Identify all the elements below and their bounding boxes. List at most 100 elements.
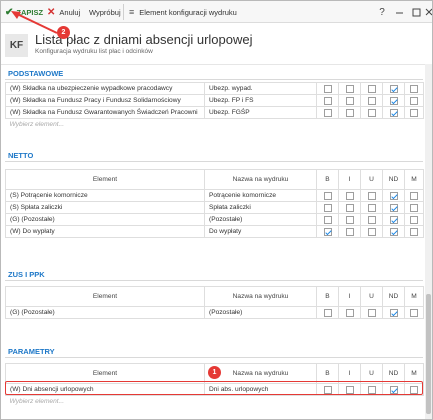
cell-m[interactable] — [404, 306, 424, 319]
bold-checkbox[interactable] — [323, 84, 332, 93]
bold-checkbox[interactable] — [323, 203, 332, 212]
column-header-m[interactable]: M — [404, 169, 424, 190]
italic-checkbox[interactable] — [345, 108, 354, 117]
table-row[interactable]: (S) Spłata zaliczki Spłata zaliczki — [5, 201, 424, 214]
add-element-input[interactable]: Wybierz element... — [6, 119, 205, 131]
column-header-print-name[interactable]: Nazwa na wydruku — [204, 169, 317, 190]
cell-m[interactable] — [404, 201, 424, 214]
nd-checkbox[interactable] — [389, 191, 398, 200]
table-row[interactable]: (W) Składka na Fundusz Gwarantowanych Św… — [5, 106, 424, 119]
row-print-name[interactable]: Do wypłaty — [204, 225, 317, 238]
nd-checkbox[interactable] — [389, 227, 398, 236]
cell-b[interactable] — [316, 225, 339, 238]
column-header-u[interactable]: U — [360, 169, 383, 190]
row-print-name[interactable]: Ubezp. wypad. — [204, 82, 317, 95]
cell-b[interactable] — [316, 82, 339, 95]
table-row[interactable]: (G) (Pozostałe) (Pozostałe) — [5, 306, 424, 319]
cell-b[interactable] — [316, 94, 339, 107]
cell-u[interactable] — [360, 201, 383, 214]
underline-checkbox[interactable] — [367, 227, 376, 236]
row-element[interactable]: (W) Do wypłaty — [5, 225, 205, 238]
row-print-name[interactable]: Spłata zaliczki — [204, 201, 317, 214]
italic-checkbox[interactable] — [345, 84, 354, 93]
m-checkbox[interactable] — [410, 215, 418, 224]
cell-nd[interactable] — [382, 201, 405, 214]
column-header-m[interactable]: M — [404, 286, 424, 307]
add-element-row[interactable]: Wybierz element... — [6, 119, 424, 131]
row-element[interactable]: (W) Składka na Fundusz Gwarantowanych Św… — [5, 106, 205, 119]
m-checkbox[interactable] — [410, 227, 418, 236]
cell-m[interactable] — [404, 225, 424, 238]
cell-i[interactable] — [338, 213, 361, 226]
bold-checkbox[interactable] — [323, 191, 332, 200]
row-print-name[interactable]: Potrącenie komornicze — [204, 189, 317, 202]
row-element[interactable]: (W) Składka na ubezpieczenie wypadkowe p… — [5, 82, 205, 95]
nd-checkbox[interactable] — [389, 215, 398, 224]
m-checkbox[interactable] — [410, 96, 418, 105]
add-element-input[interactable]: Wybierz element... — [6, 396, 205, 408]
cell-m[interactable] — [404, 106, 424, 119]
cell-u[interactable] — [360, 189, 383, 202]
row-element[interactable]: (W) Składka na Fundusz Pracy i Fundusz S… — [5, 94, 205, 107]
nd-checkbox[interactable] — [389, 203, 398, 212]
cell-u[interactable] — [360, 106, 383, 119]
cell-nd[interactable] — [382, 106, 405, 119]
table-row[interactable]: (W) Składka na Fundusz Pracy i Fundusz S… — [5, 94, 424, 107]
bold-checkbox[interactable] — [323, 227, 332, 236]
column-header-i[interactable]: I — [338, 169, 361, 190]
row-print-name[interactable]: Ubezp. FP i FS — [204, 94, 317, 107]
column-header-u[interactable]: U — [360, 286, 383, 307]
column-header-element[interactable]: Element — [5, 286, 205, 307]
row-print-name[interactable]: Ubezp. FGŚP — [204, 106, 317, 119]
nd-checkbox[interactable] — [389, 96, 398, 105]
cell-u[interactable] — [360, 82, 383, 95]
row-print-name[interactable]: (Pozostałe) — [204, 306, 317, 319]
cell-b[interactable] — [316, 201, 339, 214]
italic-checkbox[interactable] — [345, 227, 354, 236]
column-header-b[interactable]: B — [316, 286, 339, 307]
table-row[interactable]: (W) Do wypłaty Do wypłaty — [5, 225, 424, 238]
italic-checkbox[interactable] — [345, 96, 354, 105]
help-button[interactable]: ? — [373, 1, 391, 23]
m-checkbox[interactable] — [410, 203, 418, 212]
cell-i[interactable] — [338, 106, 361, 119]
underline-checkbox[interactable] — [367, 108, 376, 117]
underline-checkbox[interactable] — [367, 191, 376, 200]
underline-checkbox[interactable] — [367, 308, 376, 317]
bold-checkbox[interactable] — [323, 96, 332, 105]
scrollbar-thumb[interactable] — [426, 294, 431, 414]
nd-checkbox[interactable] — [389, 108, 398, 117]
table-row[interactable]: (S) Potrącenie komornicze Potrącenie komo… — [5, 189, 424, 202]
underline-checkbox[interactable] — [367, 96, 376, 105]
cell-nd[interactable] — [382, 82, 405, 95]
column-header-i[interactable]: I — [338, 286, 361, 307]
nd-checkbox[interactable] — [389, 84, 398, 93]
cell-i[interactable] — [338, 189, 361, 202]
m-checkbox[interactable] — [410, 84, 418, 93]
nd-checkbox[interactable] — [389, 308, 398, 317]
row-element[interactable]: (S) Spłata zaliczki — [5, 201, 205, 214]
row-element[interactable]: (G) (Pozostałe) — [5, 213, 205, 226]
m-checkbox[interactable] — [410, 191, 418, 200]
table-row[interactable]: (G) (Pozostałe) (Pozostałe) — [5, 213, 424, 226]
italic-checkbox[interactable] — [345, 308, 354, 317]
cell-m[interactable] — [404, 82, 424, 95]
column-header-element[interactable]: Element — [5, 169, 205, 190]
underline-checkbox[interactable] — [367, 203, 376, 212]
cell-b[interactable] — [316, 189, 339, 202]
m-checkbox[interactable] — [410, 308, 418, 317]
italic-checkbox[interactable] — [345, 191, 354, 200]
cell-nd[interactable] — [382, 225, 405, 238]
italic-checkbox[interactable] — [345, 203, 354, 212]
cell-nd[interactable] — [382, 94, 405, 107]
cell-m[interactable] — [404, 189, 424, 202]
column-header-b[interactable]: B — [316, 169, 339, 190]
cell-i[interactable] — [338, 225, 361, 238]
add-element-row[interactable]: Wybierz element... — [6, 396, 424, 408]
vertical-scrollbar[interactable] — [425, 64, 432, 419]
row-element[interactable]: (S) Potrącenie komornicze — [5, 189, 205, 202]
bold-checkbox[interactable] — [323, 308, 332, 317]
column-header-nd[interactable]: ND — [382, 286, 405, 307]
column-header-nd[interactable]: ND — [382, 169, 405, 190]
cell-i[interactable] — [338, 201, 361, 214]
